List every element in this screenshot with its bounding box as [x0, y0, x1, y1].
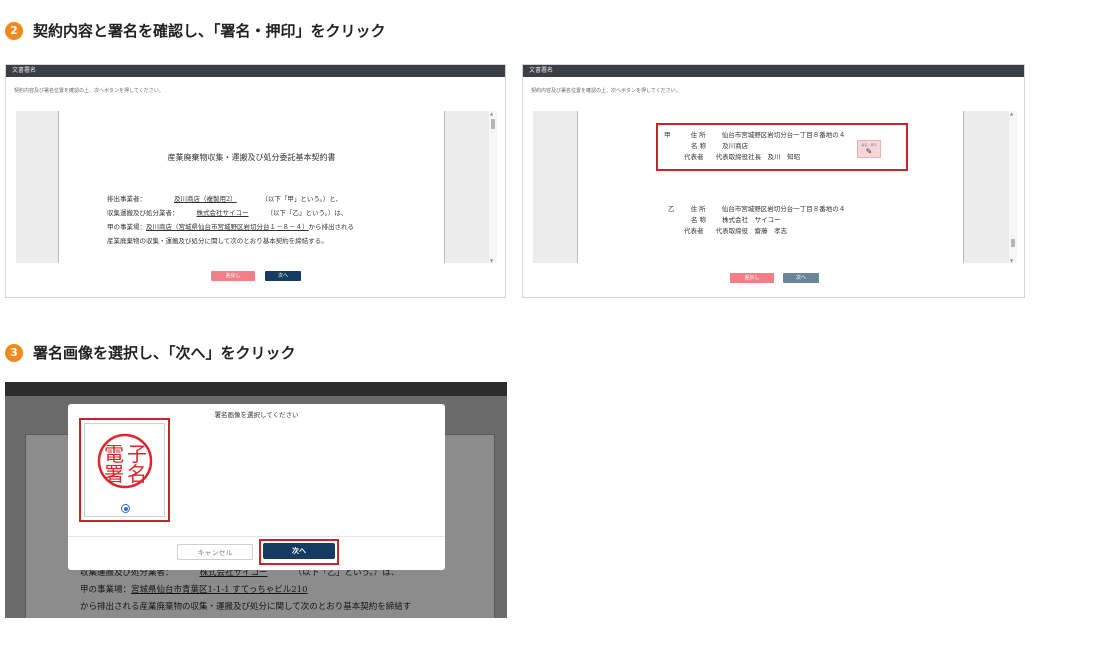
scroll-thumb[interactable] [491, 119, 495, 129]
party-b-address-row: 乙 住 所 仙台市宮城野区岩切分台一丁目８番地の４ [668, 205, 846, 213]
scroll-up-icon[interactable]: ▲ [490, 111, 493, 116]
highlight-sign-area [656, 123, 908, 171]
bg-doc-line-2: 甲の事業場：宮城県仙台市青葉区1-1-1 すてっちゃビル210 [80, 585, 308, 595]
step-3-heading: 3 署名画像を選択し、「次へ」をクリック [5, 342, 296, 363]
scroll-down-icon[interactable]: ▼ [490, 258, 493, 263]
doc-line-2: 収集運搬及び処分業者： 株式会社サイコー （以下「乙」という。）は、 [107, 209, 348, 217]
scroll-up-icon[interactable]: ▲ [1010, 111, 1013, 116]
dialog-footer-divider [68, 536, 445, 537]
document-page: 産業廃棄物収集・運搬及び処分委託基本契約書 排出事業者： 及川商店（複製用2） （以… [58, 111, 445, 263]
seal-char-2: 名 [127, 462, 147, 486]
next-button[interactable]: 次へ [265, 271, 301, 281]
step-2-text: 契約内容と署名を確認し、「署名・押印」をクリック [33, 22, 386, 40]
viewer-scrollbar[interactable]: ▲ ▼ [489, 111, 497, 263]
window-title: 文書署名 [523, 65, 1024, 77]
window-titlebar [5, 382, 507, 396]
document-viewer[interactable]: 甲 住 所 仙台市宮城野区岩切分台一丁目８番地の４ 名 称 及川商店 代表者 代… [533, 111, 1017, 263]
screenshot-document-view: 文書署名 契約内容及び署名位置を確認の上、次へボタンを押してください。 産業廃棄… [5, 64, 506, 298]
document-viewer[interactable]: 産業廃棄物収集・運搬及び処分委託基本契約書 排出事業者： 及川商店（複製用2） （以… [16, 111, 497, 263]
doc-line-3: 甲の事業場：及川商店（宮城県仙台市宮城野区岩切分台１－８－４）から排出される [107, 223, 354, 231]
doc-line-4: 産業廃棄物の収集・運搬及び処分に関して次のとおり基本契約を締結する。 [107, 237, 328, 245]
scroll-thumb[interactable] [1011, 239, 1015, 247]
step-3-text: 署名画像を選択し、「次へ」をクリック [33, 344, 296, 362]
signature-option-card[interactable]: 子 名 電 署 [84, 423, 165, 517]
select-signature-dialog: 署名画像を選択してください 子 名 電 署 キャンセル 次へ [68, 404, 445, 570]
return-button[interactable]: 差戻し [211, 271, 255, 281]
step-2-heading: 2 契約内容と署名を確認し、「署名・押印」をクリック [5, 20, 386, 41]
next-button[interactable]: 次へ [263, 543, 335, 559]
doc-line-1: 排出事業者： 及川商店（複製用2） （以下「甲」という。）と、 [107, 195, 342, 203]
step-2-badge: 2 [5, 21, 23, 40]
instruction-text: 契約内容及び署名位置を確認の上、次へボタンを押してください。 [14, 88, 164, 94]
party-b-name-row: 名 称 株式会社 サイコー [691, 216, 781, 224]
signature-seal-icon: 子 名 電 署 [97, 433, 153, 489]
party-b-rep-row: 代表者 代表取締役 齋藤 孝志 [684, 227, 788, 235]
document-title: 産業廃棄物収集・運搬及び処分委託基本契約書 [167, 153, 336, 162]
instruction-text: 契約内容及び署名位置を確認の上、次へボタンを押してください。 [531, 88, 681, 94]
window-title: 文書署名 [6, 65, 505, 77]
bg-doc-line-3: から排出される産業廃棄物の収集・運搬及び処分に関して次のとおり基本契約を締結す [80, 602, 412, 612]
signature-radio[interactable] [121, 504, 130, 513]
step-3-badge: 3 [5, 343, 23, 362]
highlight-signature-option: 子 名 電 署 [79, 418, 170, 522]
seal-char-4: 署 [104, 462, 124, 486]
return-button[interactable]: 差戻し [730, 273, 774, 283]
cancel-button[interactable]: キャンセル [177, 544, 253, 560]
next-button[interactable]: 次へ [783, 273, 819, 283]
screenshot-select-signature-modal: 収集運搬及び処分業者： 株式会社サイコー （以下「乙」という。）は、 甲の事業場：宮… [5, 382, 507, 618]
document-page: 甲 住 所 仙台市宮城野区岩切分台一丁目８番地の４ 名 称 及川商店 代表者 代… [577, 111, 964, 263]
viewer-scrollbar[interactable]: ▲ ▼ [1009, 111, 1017, 263]
screenshot-signature-position: 文書署名 契約内容及び署名位置を確認の上、次へボタンを押してください。 甲 住 … [522, 64, 1025, 298]
scroll-down-icon[interactable]: ▼ [1010, 258, 1013, 263]
